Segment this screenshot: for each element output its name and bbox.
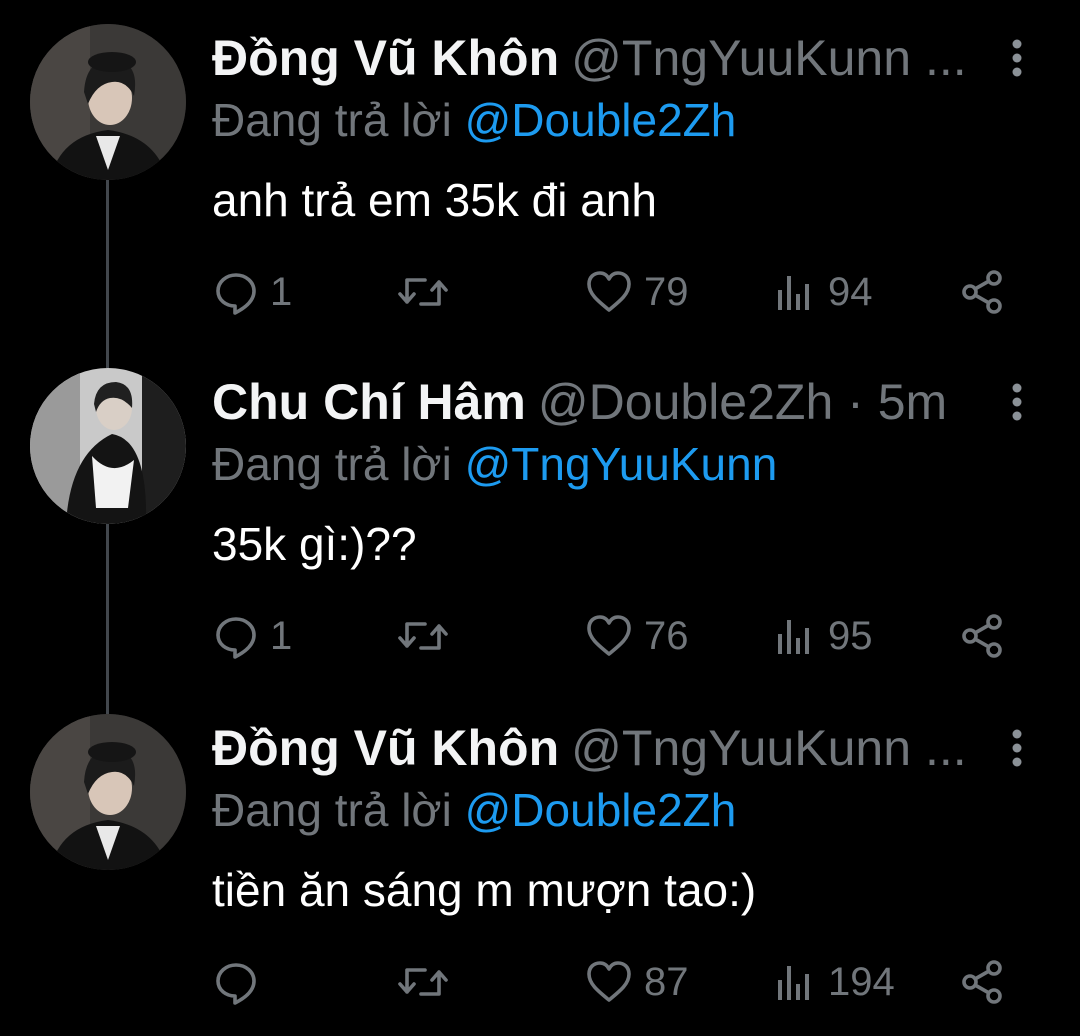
replying-to-mention[interactable]: @Double2Zh: [465, 784, 737, 836]
author-handle[interactable]: @TngYuuKunn ...: [571, 30, 966, 86]
tweet[interactable]: Đồng Vũ Khôn @TngYuuKunn ... Đang trả lời…: [0, 0, 1080, 330]
more-vertical-icon: [1012, 383, 1022, 421]
replying-to: Đang trả lời @TngYuuKunn: [212, 436, 777, 492]
retweet-button[interactable]: [396, 264, 450, 320]
avatar-photo-icon: [30, 714, 186, 870]
reply-button[interactable]: [212, 954, 270, 1010]
like-button[interactable]: 79: [584, 264, 689, 320]
tweet-actions: 87 194: [212, 954, 1012, 1010]
views-count: 94: [828, 269, 873, 314]
reply-button[interactable]: 1: [212, 264, 292, 320]
replying-label: Đang trả lời: [212, 438, 452, 490]
heart-icon: [587, 961, 631, 1002]
retweet-button[interactable]: [396, 954, 450, 1010]
author-name[interactable]: Chu Chí Hâm: [212, 374, 526, 430]
tweet[interactable]: Chu Chí Hâm @Double2Zh · 5m Đang trả lời …: [0, 344, 1080, 674]
heart-icon: [587, 271, 631, 312]
avatar-photo-icon: [30, 368, 186, 524]
author-name[interactable]: Đồng Vũ Khôn: [212, 720, 559, 776]
views-icon: [778, 276, 809, 310]
avatar[interactable]: [30, 714, 186, 870]
share-button[interactable]: [958, 608, 1006, 664]
more-options-button[interactable]: [1002, 36, 1032, 80]
replying-to: Đang trả lời @Double2Zh: [212, 782, 736, 838]
tweet-text: anh trả em 35k đi anh: [212, 174, 657, 226]
views-count: 194: [828, 959, 895, 1004]
avatar[interactable]: [30, 24, 186, 180]
views-button[interactable]: 95: [774, 608, 873, 664]
author-name[interactable]: Đồng Vũ Khôn: [212, 30, 559, 86]
reply-icon: [216, 617, 256, 659]
tweet-actions: 1 79 94: [212, 264, 1012, 320]
views-icon: [778, 966, 809, 1000]
like-button[interactable]: 76: [584, 608, 689, 664]
share-icon: [962, 270, 1002, 314]
replying-to-mention[interactable]: @TngYuuKunn: [465, 438, 778, 490]
more-options-button[interactable]: [1002, 380, 1032, 424]
more-vertical-icon: [1012, 39, 1022, 77]
heart-icon: [587, 615, 631, 656]
views-icon: [778, 620, 809, 654]
tweet[interactable]: Đồng Vũ Khôn @TngYuuKunn ... Đang trả lời…: [0, 690, 1080, 1020]
reply-icon: [216, 273, 256, 315]
tweet-actions: 1 76 95: [212, 608, 1012, 664]
more-options-button[interactable]: [1002, 726, 1032, 770]
author-handle[interactable]: @Double2Zh · 5m: [538, 374, 947, 430]
avatar-photo-icon: [30, 24, 186, 180]
retweet-icon: [398, 278, 448, 306]
views-button[interactable]: 94: [774, 264, 873, 320]
replying-label: Đang trả lời: [212, 784, 452, 836]
like-button[interactable]: 87: [584, 954, 689, 1010]
tweet-thread: Đồng Vũ Khôn @TngYuuKunn ... Đang trả lời…: [0, 0, 1080, 1036]
share-button[interactable]: [958, 954, 1006, 1010]
author-handle[interactable]: @TngYuuKunn ...: [571, 720, 966, 776]
reply-count: 1: [270, 613, 293, 658]
more-vertical-icon: [1012, 729, 1022, 767]
tweet-header: Đồng Vũ Khôn @TngYuuKunn ...: [212, 718, 1012, 778]
tweet-header: Chu Chí Hâm @Double2Zh · 5m: [212, 372, 1012, 432]
reply-button[interactable]: 1: [212, 608, 292, 664]
like-count: 79: [644, 269, 689, 314]
like-count: 76: [644, 613, 689, 658]
views-button[interactable]: 194: [774, 954, 895, 1010]
tweet-header: Đồng Vũ Khôn @TngYuuKunn ...: [212, 28, 1012, 88]
like-count: 87: [644, 959, 689, 1004]
replying-label: Đang trả lời: [212, 94, 452, 146]
tweet-text: 35k gì:)??: [212, 518, 417, 570]
reply-count: 1: [270, 269, 293, 314]
reply-icon: [216, 963, 256, 1005]
retweet-icon: [398, 622, 448, 650]
views-count: 95: [828, 613, 873, 658]
share-button[interactable]: [958, 264, 1006, 320]
replying-to-mention[interactable]: @Double2Zh: [465, 94, 737, 146]
retweet-icon: [398, 968, 448, 996]
share-icon: [962, 960, 1002, 1004]
avatar[interactable]: [30, 368, 186, 524]
tweet-text: tiền ăn sáng m mượn tao:): [212, 864, 757, 916]
share-icon: [962, 614, 1002, 658]
retweet-button[interactable]: [396, 608, 450, 664]
replying-to: Đang trả lời @Double2Zh: [212, 92, 736, 148]
